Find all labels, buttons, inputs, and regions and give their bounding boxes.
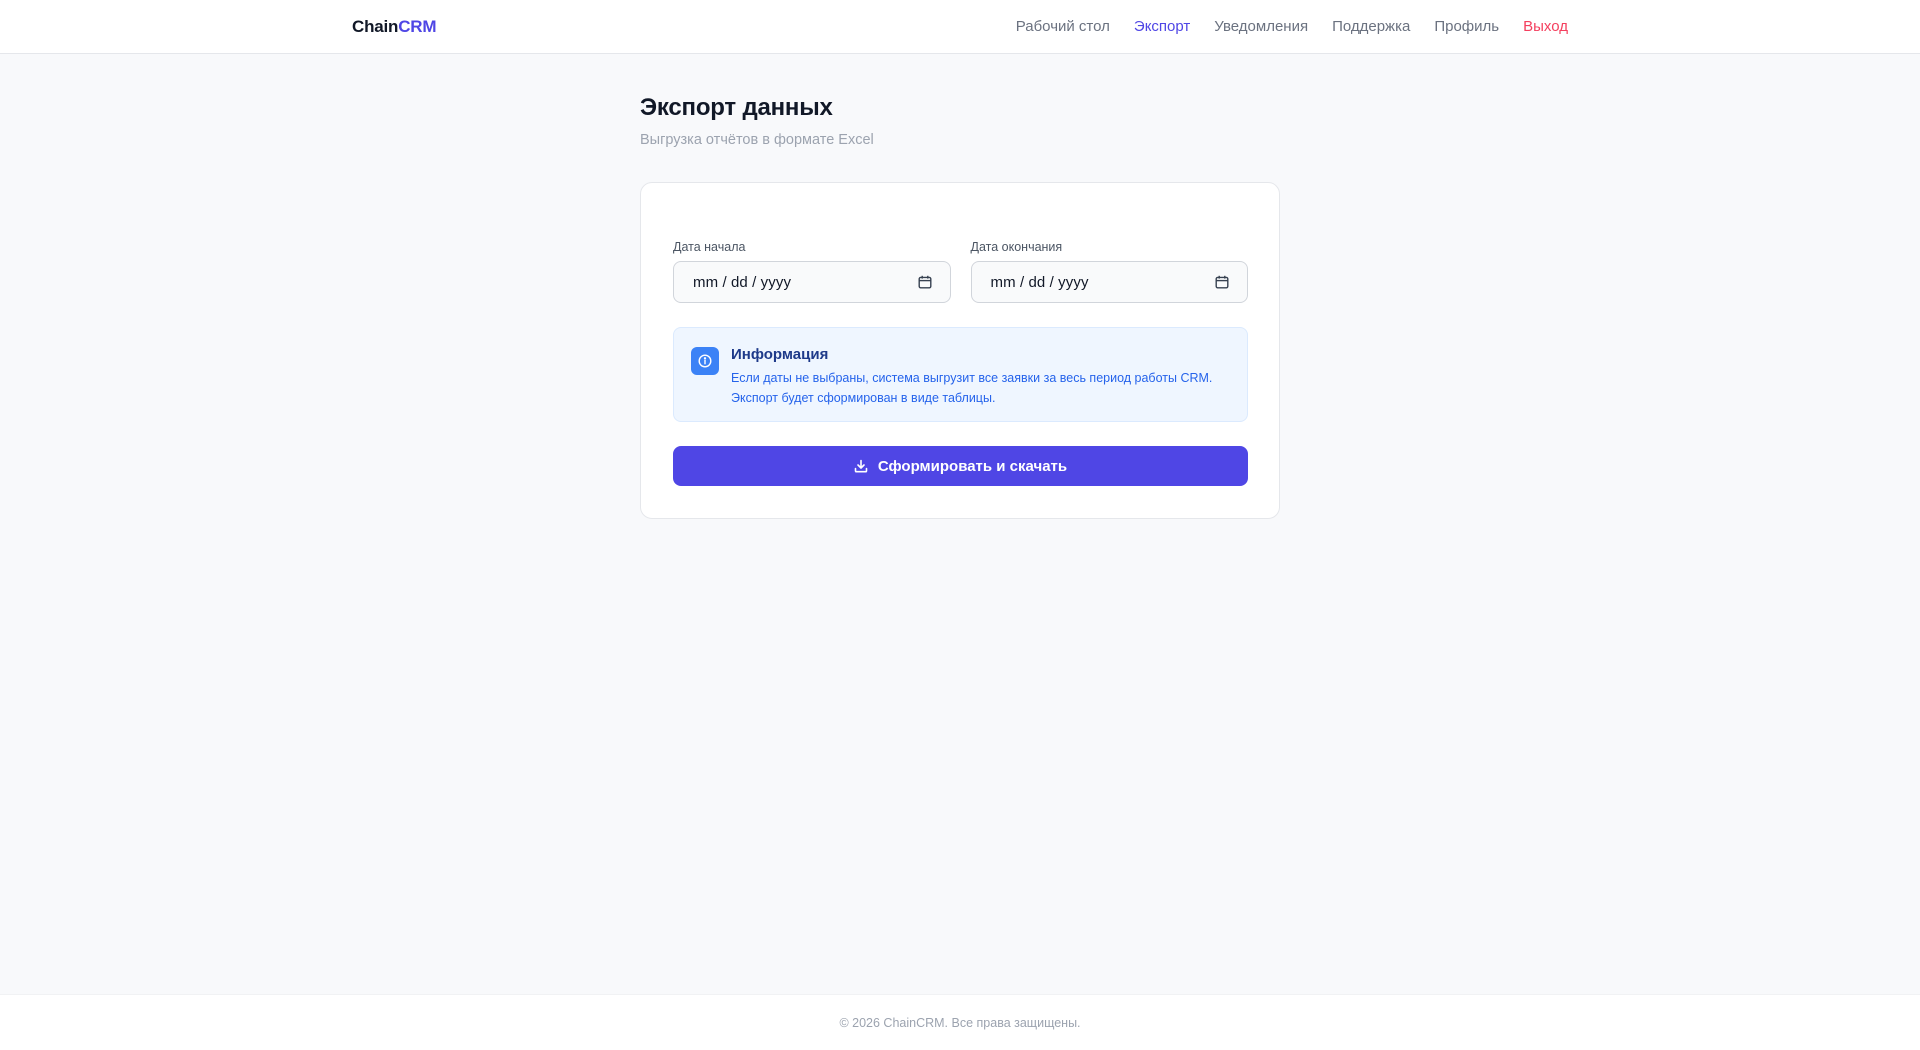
page-subtitle: Выгрузка отчётов в формате Excel [640, 132, 874, 148]
brand-logo[interactable]: ChainCRM [352, 16, 437, 37]
nav-dashboard[interactable]: Рабочий стол [1016, 18, 1110, 35]
brand-name-part2: CRM [398, 16, 437, 36]
end-date-field: Дата окончания mm / dd / yyyy [970, 240, 1248, 303]
start-date-input[interactable]: mm / dd / yyyy [673, 261, 951, 303]
nav-logout[interactable]: Выход [1523, 18, 1568, 35]
info-alert: Информация Если даты не выбраны, система… [673, 327, 1248, 422]
info-line-2: Экспорт будет сформирован в виде таблицы… [731, 391, 996, 405]
end-date-label: Дата окончания [970, 240, 1063, 254]
nav-support[interactable]: Поддержка [1332, 18, 1410, 35]
nav-export[interactable]: Экспорт [1134, 18, 1190, 35]
end-date-input[interactable]: mm / dd / yyyy [970, 261, 1248, 303]
start-date-label: Дата начала [673, 240, 746, 254]
export-card: Дата начала mm / dd / yyyy Дата окончани… [640, 182, 1280, 519]
date-range-fields: Дата начала mm / dd / yyyy Дата окончани… [673, 240, 1248, 303]
start-date-field: Дата начала mm / dd / yyyy [673, 240, 951, 303]
navbar-inner: ChainCRM Рабочий стол Экспорт Уведомлени… [352, 0, 1568, 53]
nav-profile[interactable]: Профиль [1434, 18, 1499, 35]
calendar-icon[interactable] [918, 275, 932, 289]
main-content: Экспорт данных Выгрузка отчётов в формат… [640, 94, 1280, 519]
nav-notifications[interactable]: Уведомления [1214, 18, 1308, 35]
info-line-1: Если даты не выбраны, система выгрузит в… [731, 371, 1213, 385]
generate-download-label: Сформировать и скачать [877, 457, 1068, 475]
info-text: Если даты не выбраны, система выгрузит в… [731, 368, 1236, 408]
top-navbar: ChainCRM Рабочий стол Экспорт Уведомлени… [0, 0, 1920, 54]
calendar-icon[interactable] [1215, 275, 1229, 289]
main-nav: Рабочий стол Экспорт Уведомления Поддерж… [1016, 18, 1568, 35]
download-icon [854, 459, 868, 473]
brand-name-part1: Chain [352, 16, 399, 36]
page-footer: © 2026 ChainCRM. Все права защищены. [0, 994, 1920, 1050]
info-title: Информация [731, 346, 829, 363]
end-date-value: mm / dd / yyyy [990, 273, 1089, 291]
generate-download-button[interactable]: Сформировать и скачать [673, 446, 1248, 486]
start-date-value: mm / dd / yyyy [693, 273, 792, 291]
info-icon [691, 347, 719, 375]
footer-copyright: © 2026 ChainCRM. Все права защищены. [839, 1015, 1081, 1030]
page-title: Экспорт данных [640, 94, 833, 121]
